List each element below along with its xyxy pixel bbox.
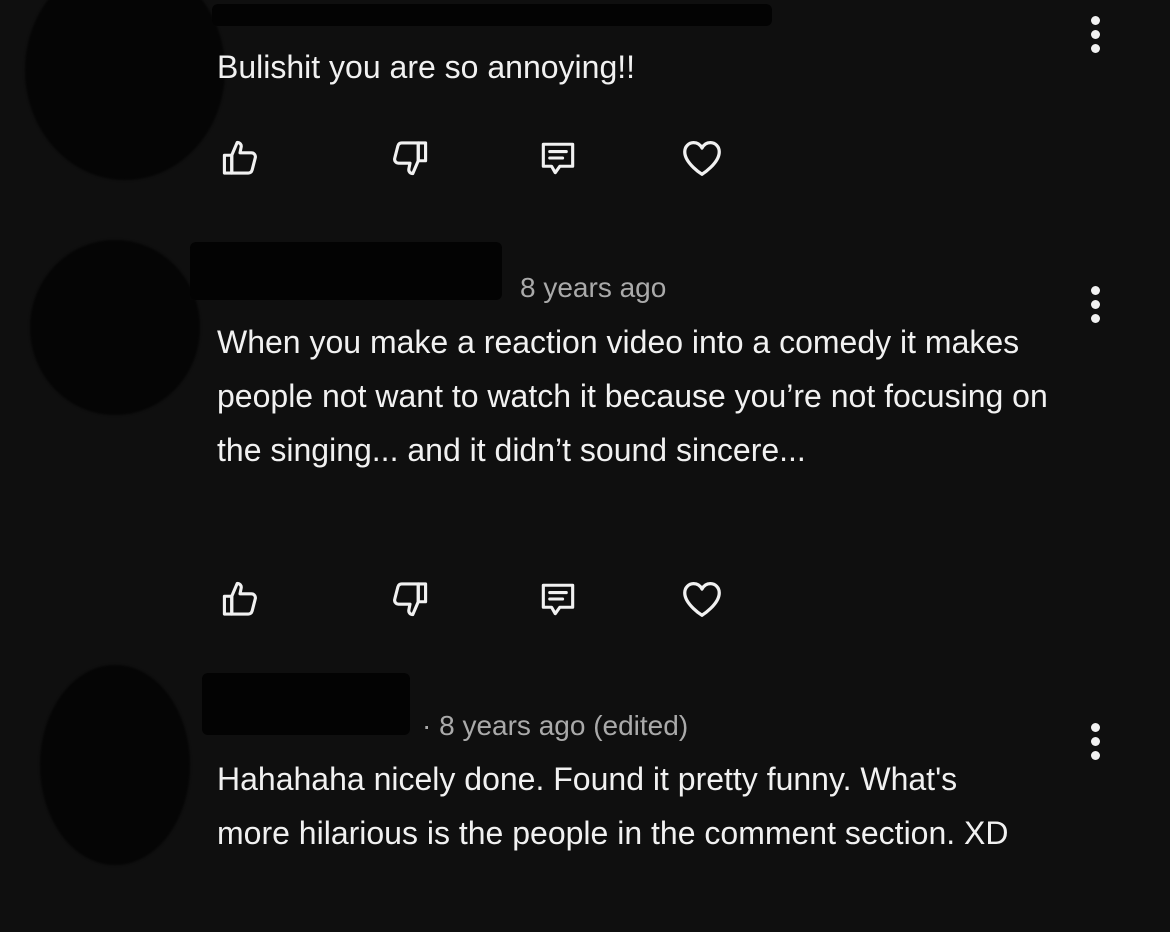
thumbs-down-icon: [393, 141, 428, 176]
comment-text: Bulishit you are so annoying!!: [217, 49, 636, 85]
more-vert-icon: [1090, 15, 1100, 25]
comment-timestamp: · 8 years ago (edited): [422, 710, 689, 741]
like-button[interactable]: [216, 134, 264, 182]
thumbs-up-icon: [222, 140, 257, 175]
heart-icon: [683, 582, 721, 617]
thumbs-up-icon: [222, 581, 257, 616]
more-vert-icon: [1090, 722, 1100, 732]
comment-menu-button[interactable]: [1080, 719, 1110, 763]
dislike-button[interactable]: [386, 134, 434, 182]
thumbs-down-icon: [393, 582, 428, 617]
reply-icon: [541, 583, 575, 616]
heart-button[interactable]: [678, 134, 726, 182]
dislike-button[interactable]: [386, 575, 434, 623]
comment-menu-button[interactable]: [1080, 12, 1110, 56]
avatar-redacted[interactable]: [40, 665, 190, 865]
reply-button[interactable]: [534, 575, 582, 623]
username-redacted: [190, 242, 502, 300]
reply-icon: [541, 142, 575, 175]
comment-timestamp: 8 years ago: [520, 272, 667, 303]
username-redacted: [202, 673, 410, 735]
reply-button[interactable]: [534, 134, 582, 182]
more-vert-icon: [1090, 285, 1100, 295]
avatar-redacted[interactable]: [25, 0, 225, 180]
avatar-redacted[interactable]: [30, 240, 200, 415]
comment-text: When you make a reaction video into a co…: [217, 324, 1048, 468]
heart-button[interactable]: [678, 575, 726, 623]
like-button[interactable]: [216, 575, 264, 623]
comment-text: Hahahaha nicely done. Found it pretty fu…: [217, 761, 1009, 851]
heart-icon: [683, 141, 721, 176]
username-redacted: [212, 4, 772, 26]
